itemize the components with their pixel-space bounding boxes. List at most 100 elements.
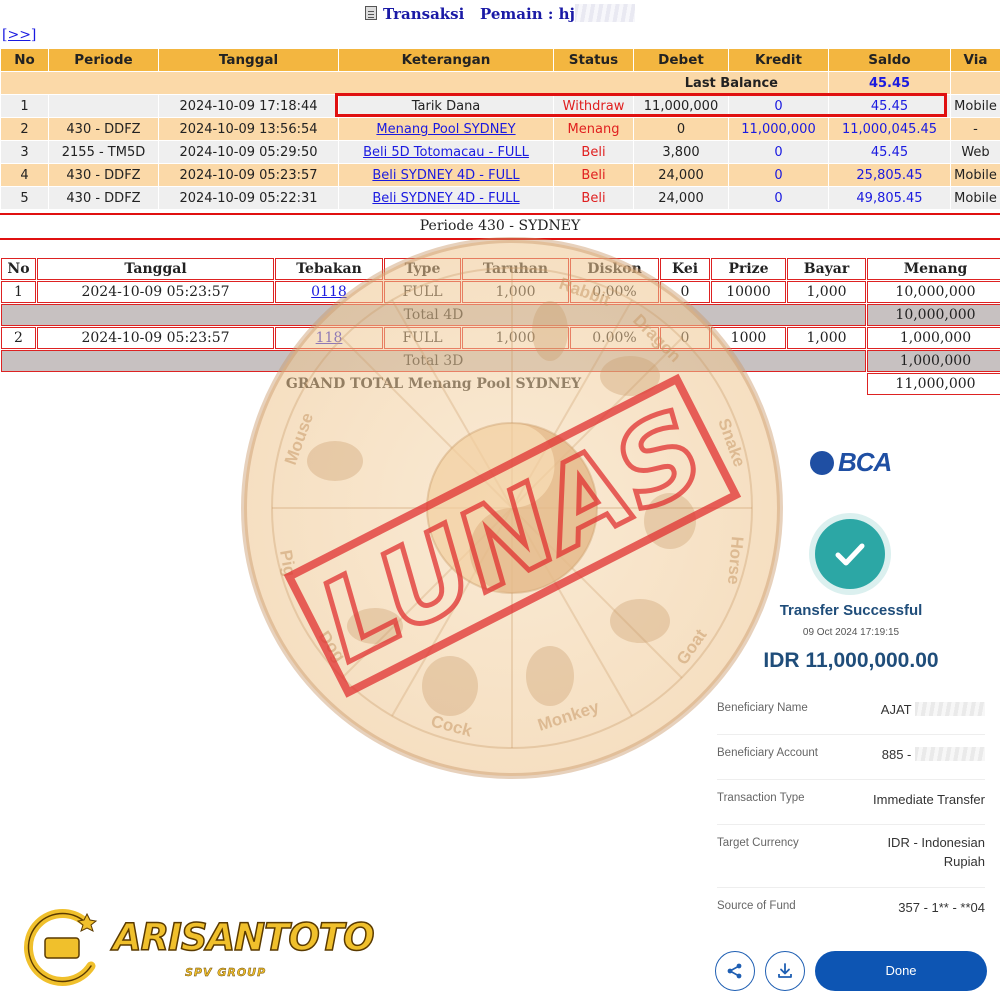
detail-row-beneficiary-account: Beneficiary Account 885 -: [717, 735, 985, 780]
bet-col-type: Type: [384, 258, 461, 280]
cell-kredit: 11,000,000: [728, 117, 829, 141]
bet-col-taruhan: Taruhan: [462, 258, 569, 280]
page-title-text: Transaksi: [383, 5, 465, 23]
cell-saldo: 45.45: [828, 140, 951, 164]
zodiac-label-goat: Goat: [673, 625, 711, 668]
cell-keterangan: Tarik Dana: [338, 94, 554, 118]
bet-col-prize: Prize: [711, 258, 786, 280]
detail-value: Immediate Transfer: [873, 792, 985, 807]
bet-cell-no: 2: [1, 327, 36, 349]
total-4d-value: 10,000,000: [867, 304, 1000, 326]
bet-header-row: No Tanggal Tebakan Type Taruhan Diskon K…: [1, 258, 1000, 280]
cell-tanggal: 2024-10-09 13:56:54: [158, 117, 339, 141]
brand-name: ARISANTOTO: [112, 915, 375, 960]
detail-value: IDR - Indonesian Rupiah: [887, 835, 985, 869]
cell-debet: 24,000: [633, 186, 729, 210]
bet-cell-diskon: 0.00%: [570, 281, 659, 303]
player-label: Pemain :: [480, 5, 554, 23]
col-tanggal: Tanggal: [158, 48, 339, 72]
bet-col-tebakan: Tebakan: [275, 258, 383, 280]
bet-cell-taruhan: 1,000: [462, 327, 569, 349]
bet-cell-tanggal: 2024-10-09 05:23:57: [37, 281, 274, 303]
cell-no: 3: [0, 140, 49, 164]
zodiac-label-pig: Pig: [276, 548, 299, 577]
detail-label: Beneficiary Name: [717, 702, 808, 714]
cell-via: Mobile: [950, 94, 1000, 118]
lunas-stamp: LUNAS: [283, 373, 742, 698]
bet-col-kei: Kei: [660, 258, 710, 280]
cell-kredit: 0: [728, 94, 829, 118]
detail-row-beneficiary-name: Beneficiary Name AJAT: [717, 690, 985, 735]
keterangan-link[interactable]: Menang Pool SYDNEY: [376, 122, 515, 137]
table-row: 1 2024-10-09 17:18:44 Tarik Dana Withdra…: [0, 94, 1000, 118]
cell-periode: 430 - DDFZ: [48, 186, 159, 210]
yin-yang-shape: [469, 423, 597, 593]
cell-no: 4: [0, 163, 49, 187]
bet-cell-no: 1: [1, 281, 36, 303]
done-button[interactable]: Done: [815, 951, 987, 991]
share-button[interactable]: [715, 951, 755, 991]
document-icon: [365, 6, 378, 20]
success-check-icon: [815, 519, 885, 589]
table-row: 2 430 - DDFZ 2024-10-09 13:56:54 Menang …: [0, 117, 1000, 141]
col-via: Via: [950, 48, 1000, 72]
download-icon: [778, 963, 792, 978]
detail-value-text: 885 -: [881, 747, 912, 762]
bet-cell-taruhan: 1,000: [462, 281, 569, 303]
zodiac-label-mouse: Mouse: [281, 410, 317, 467]
brand-emblem-icon: [24, 908, 98, 986]
cell-periode: 430 - DDFZ: [48, 117, 159, 141]
keterangan-link[interactable]: Beli SYDNEY 4D - FULL: [372, 168, 519, 183]
bet-cell-prize: 1000: [711, 327, 786, 349]
bet-row: 2 2024-10-09 05:23:57 118 FULL 1,000 0.0…: [1, 327, 1000, 349]
download-button[interactable]: [765, 951, 805, 991]
total-3d-value: 1,000,000: [867, 350, 1000, 372]
share-icon: [727, 963, 742, 979]
transfer-details: Beneficiary Name AJAT Beneficiary Accoun…: [717, 690, 985, 933]
detail-value: 357 - 1** - **04: [898, 900, 985, 915]
bet-col-menang: Menang: [867, 258, 1000, 280]
detail-label: Target Currency: [717, 837, 799, 849]
total-3d-row: Total 3D 1,000,000: [1, 350, 1000, 372]
bet-cell-tanggal: 2024-10-09 05:23:57: [37, 327, 274, 349]
tebakan-link[interactable]: 0118: [311, 284, 347, 300]
detail-value: 885 -: [882, 735, 985, 762]
redacted-mask: [915, 747, 985, 761]
redacted-mask: [574, 4, 635, 22]
yin-yang-center: [426, 422, 598, 594]
cell-saldo: 11,000,045.45: [828, 117, 951, 141]
detail-row-source-of-fund: Source of Fund 357 - 1** - **04: [717, 888, 985, 933]
cell-saldo: 49,805.45: [828, 186, 951, 210]
bet-cell-type: FULL: [384, 327, 461, 349]
col-kredit: Kredit: [728, 48, 829, 72]
detail-label: Beneficiary Account: [717, 747, 819, 759]
checkmark-icon: [835, 543, 865, 566]
bet-cell-diskon: 0.00%: [570, 327, 659, 349]
cell-via: Mobile: [950, 186, 1000, 210]
cell-status: Beli: [553, 163, 634, 187]
tebakan-link[interactable]: 118: [316, 330, 343, 346]
table-row: 4 430 - DDFZ 2024-10-09 05:23:57 Beli SY…: [0, 163, 1000, 187]
bet-cell-prize: 10000: [711, 281, 786, 303]
cell-periode: 2155 - TM5D: [48, 140, 159, 164]
cell-saldo: 45.45: [828, 94, 951, 118]
keterangan-link[interactable]: Beli 5D Totomacau - FULL: [363, 145, 529, 160]
transaction-table: No Periode Tanggal Keterangan Status Deb…: [0, 48, 1000, 210]
cell-no: 1: [0, 94, 49, 118]
cell-debet: 0: [633, 117, 729, 141]
bet-cell-kei: 0: [660, 281, 710, 303]
cell-periode: 430 - DDFZ: [48, 163, 159, 187]
cell-kredit: 0: [728, 186, 829, 210]
zodiac-label-cock: Cock: [429, 712, 475, 741]
cell-tanggal: 2024-10-09 05:29:50: [158, 140, 339, 164]
cell-status: Beli: [553, 186, 634, 210]
page-title: Transaksi Pemain : hj: [0, 4, 1000, 23]
brand-subtitle: SPV GROUP: [185, 966, 267, 979]
periode-title: Periode 430 - SYDNEY: [0, 213, 1000, 240]
next-page-link[interactable]: [>>]: [2, 27, 36, 43]
cell-tanggal: 2024-10-09 17:18:44: [158, 94, 339, 118]
total-4d-row: Total 4D 10,000,000: [1, 304, 1000, 326]
keterangan-link[interactable]: Beli SYDNEY 4D - FULL: [372, 191, 519, 206]
zodiac-label-snake: Snake: [714, 416, 749, 470]
transfer-amount: IDR 11,000,000.00: [763, 649, 939, 672]
